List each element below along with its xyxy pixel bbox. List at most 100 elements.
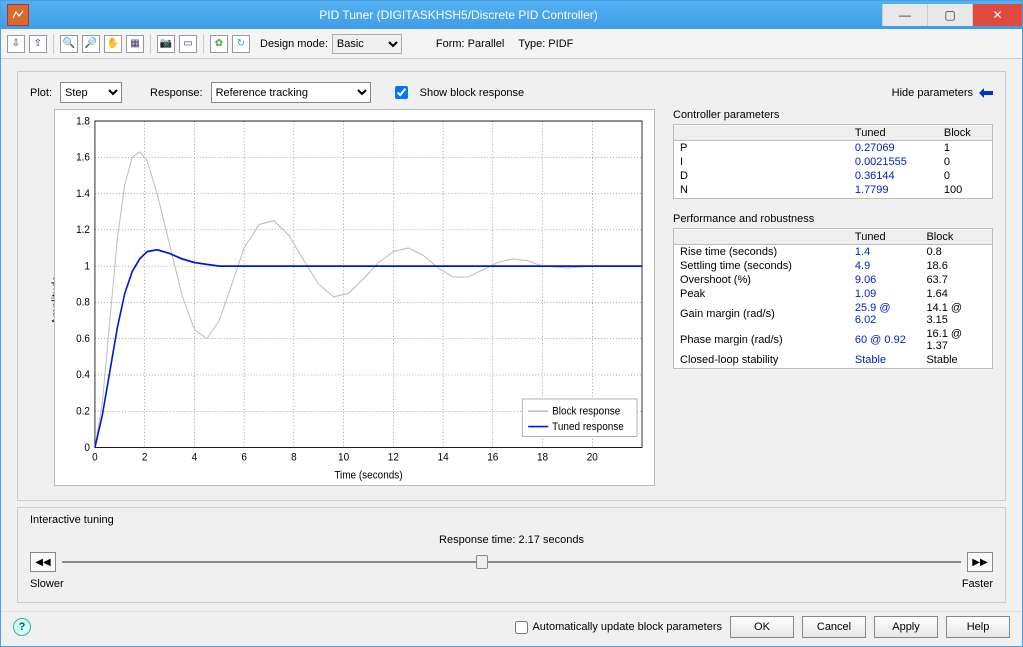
- svg-text:8: 8: [291, 451, 297, 464]
- footer: ? Automatically update block parameters …: [1, 611, 1022, 646]
- content-area: Plot: Step Response: Reference tracking …: [1, 59, 1022, 611]
- svg-text:14: 14: [438, 451, 449, 464]
- svg-text:0.6: 0.6: [76, 333, 90, 346]
- svg-text:Time (seconds): Time (seconds): [334, 469, 402, 482]
- ok-button[interactable]: OK: [730, 616, 794, 638]
- plot-label: Plot:: [30, 87, 52, 99]
- arrow-left-icon: [979, 88, 993, 98]
- show-block-response-label: Show block response: [420, 87, 525, 99]
- svg-text:4: 4: [192, 451, 198, 464]
- svg-text:1.4: 1.4: [76, 187, 90, 200]
- table-row: Settling time (seconds)4.918.6: [674, 259, 992, 273]
- controller-params-group: Controller parameters TunedBlockP0.27069…: [673, 109, 993, 199]
- app-window: PID Tuner (DIGITASKHSH5/Discrete PID Con…: [0, 0, 1023, 647]
- response-select[interactable]: Reference tracking: [211, 82, 371, 103]
- form-label: Form: Parallel: [436, 38, 504, 50]
- svg-text:10: 10: [338, 451, 349, 464]
- side-panel: Controller parameters TunedBlockP0.27069…: [673, 109, 993, 490]
- svg-text:2: 2: [142, 451, 148, 464]
- hide-parameters-text: Hide parameters: [892, 87, 973, 99]
- help-icon[interactable]: ?: [13, 618, 31, 636]
- table-row: Peak1.091.64: [674, 287, 992, 301]
- table-row: Closed-loop stabilityStableStable: [674, 353, 992, 367]
- svg-text:1: 1: [84, 260, 90, 273]
- snapshot-icon[interactable]: 📷: [157, 35, 175, 53]
- svg-text:0.4: 0.4: [76, 369, 90, 382]
- window-controls: — ▢ ✕: [882, 4, 1022, 26]
- plot-area[interactable]: 0246810121416182000.20.40.60.811.21.41.6…: [54, 109, 655, 486]
- svg-text:1.6: 1.6: [76, 151, 90, 164]
- svg-text:0: 0: [84, 441, 90, 454]
- response-time-slider[interactable]: [62, 561, 961, 563]
- svg-text:20: 20: [587, 451, 598, 464]
- maximize-button[interactable]: ▢: [927, 4, 972, 26]
- help-button[interactable]: Help: [946, 616, 1010, 638]
- auto-update-checkbox[interactable]: [515, 621, 528, 634]
- app-icon: [7, 4, 29, 26]
- tuning-slider-row: ◀◀ ▶▶: [30, 552, 993, 572]
- minimize-button[interactable]: —: [882, 4, 927, 26]
- apply-button[interactable]: Apply: [874, 616, 938, 638]
- interactive-tuning-panel: Interactive tuning Response time: 2.17 s…: [17, 507, 1006, 603]
- performance-table: TunedBlockRise time (seconds)1.40.8Settl…: [673, 228, 993, 369]
- table-row: Phase margin (rad/s)60 @ 0.9216.1 @ 1.37: [674, 327, 992, 353]
- controller-params-table: TunedBlockP0.270691I0.00215550D0.361440N…: [673, 124, 993, 199]
- tuning-title: Interactive tuning: [30, 514, 993, 526]
- split-area: Amplitude 0246810121416182000.20.40.60.8…: [30, 109, 993, 490]
- refresh-icon[interactable]: ↻: [232, 35, 250, 53]
- separator: [53, 34, 54, 54]
- svg-text:1.8: 1.8: [76, 115, 90, 128]
- main-panel: Plot: Step Response: Reference tracking …: [17, 71, 1006, 501]
- design-mode-label: Design mode:: [260, 38, 328, 50]
- window-title: PID Tuner (DIGITASKHSH5/Discrete PID Con…: [35, 8, 882, 22]
- svg-text:16: 16: [487, 451, 498, 464]
- design-mode-select[interactable]: Basic: [332, 34, 402, 54]
- show-block-response-checkbox[interactable]: [395, 86, 408, 99]
- zoom-out-icon[interactable]: 🔎: [82, 35, 100, 53]
- gear-icon[interactable]: ✿: [210, 35, 228, 53]
- svg-text:6: 6: [241, 451, 247, 464]
- table-row: P0.270691: [674, 141, 992, 156]
- response-label: Response:: [150, 87, 203, 99]
- close-button[interactable]: ✕: [972, 4, 1022, 26]
- response-time-label: Response time: 2.17 seconds: [30, 534, 993, 546]
- slower-label: Slower: [30, 578, 64, 590]
- zoom-in-icon[interactable]: 🔍: [60, 35, 78, 53]
- svg-text:Block response: Block response: [552, 405, 620, 418]
- svg-text:12: 12: [388, 451, 399, 464]
- pan-icon[interactable]: ✋: [104, 35, 122, 53]
- type-label: Type: PIDF: [518, 38, 573, 50]
- title-bar: PID Tuner (DIGITASKHSH5/Discrete PID Con…: [1, 1, 1022, 29]
- performance-title: Performance and robustness: [673, 213, 993, 225]
- table-row: Overshoot (%)9.0663.7: [674, 273, 992, 287]
- plot-svg: 0246810121416182000.20.40.60.811.21.41.6…: [55, 110, 654, 485]
- table-row: Rise time (seconds)1.40.8: [674, 245, 992, 260]
- separator: [150, 34, 151, 54]
- import-icon[interactable]: ⇩: [7, 35, 25, 53]
- toolbar: ⇩ ⇧ 🔍 🔎 ✋ ▦ 📷 ▭ ✿ ↻ Design mode: Basic F…: [1, 29, 1022, 59]
- slower-step-button[interactable]: ◀◀: [30, 552, 56, 572]
- svg-text:18: 18: [537, 451, 548, 464]
- separator: [203, 34, 204, 54]
- plot-select[interactable]: Step: [60, 82, 122, 103]
- slider-thumb[interactable]: [476, 555, 488, 569]
- plot-controls-row: Plot: Step Response: Reference tracking …: [30, 82, 993, 103]
- table-row: I0.00215550: [674, 155, 992, 169]
- controller-params-title: Controller parameters: [673, 109, 993, 121]
- svg-text:0.2: 0.2: [76, 405, 90, 418]
- auto-update-checkbox-label[interactable]: Automatically update block parameters: [515, 621, 722, 634]
- export-icon[interactable]: ⇧: [29, 35, 47, 53]
- data-cursor-icon[interactable]: ▦: [126, 35, 144, 53]
- table-row: D0.361440: [674, 169, 992, 183]
- svg-text:1.2: 1.2: [76, 224, 90, 237]
- scope-icon[interactable]: ▭: [179, 35, 197, 53]
- auto-update-text: Automatically update block parameters: [532, 621, 722, 633]
- hide-parameters-link[interactable]: Hide parameters: [892, 87, 993, 99]
- svg-text:0: 0: [92, 451, 98, 464]
- svg-text:Tuned response: Tuned response: [552, 420, 624, 433]
- cancel-button[interactable]: Cancel: [802, 616, 866, 638]
- table-row: N1.7799100: [674, 183, 992, 197]
- faster-step-button[interactable]: ▶▶: [967, 552, 993, 572]
- table-row: Gain margin (rad/s)25.9 @ 6.0214.1 @ 3.1…: [674, 301, 992, 327]
- faster-label: Faster: [962, 578, 993, 590]
